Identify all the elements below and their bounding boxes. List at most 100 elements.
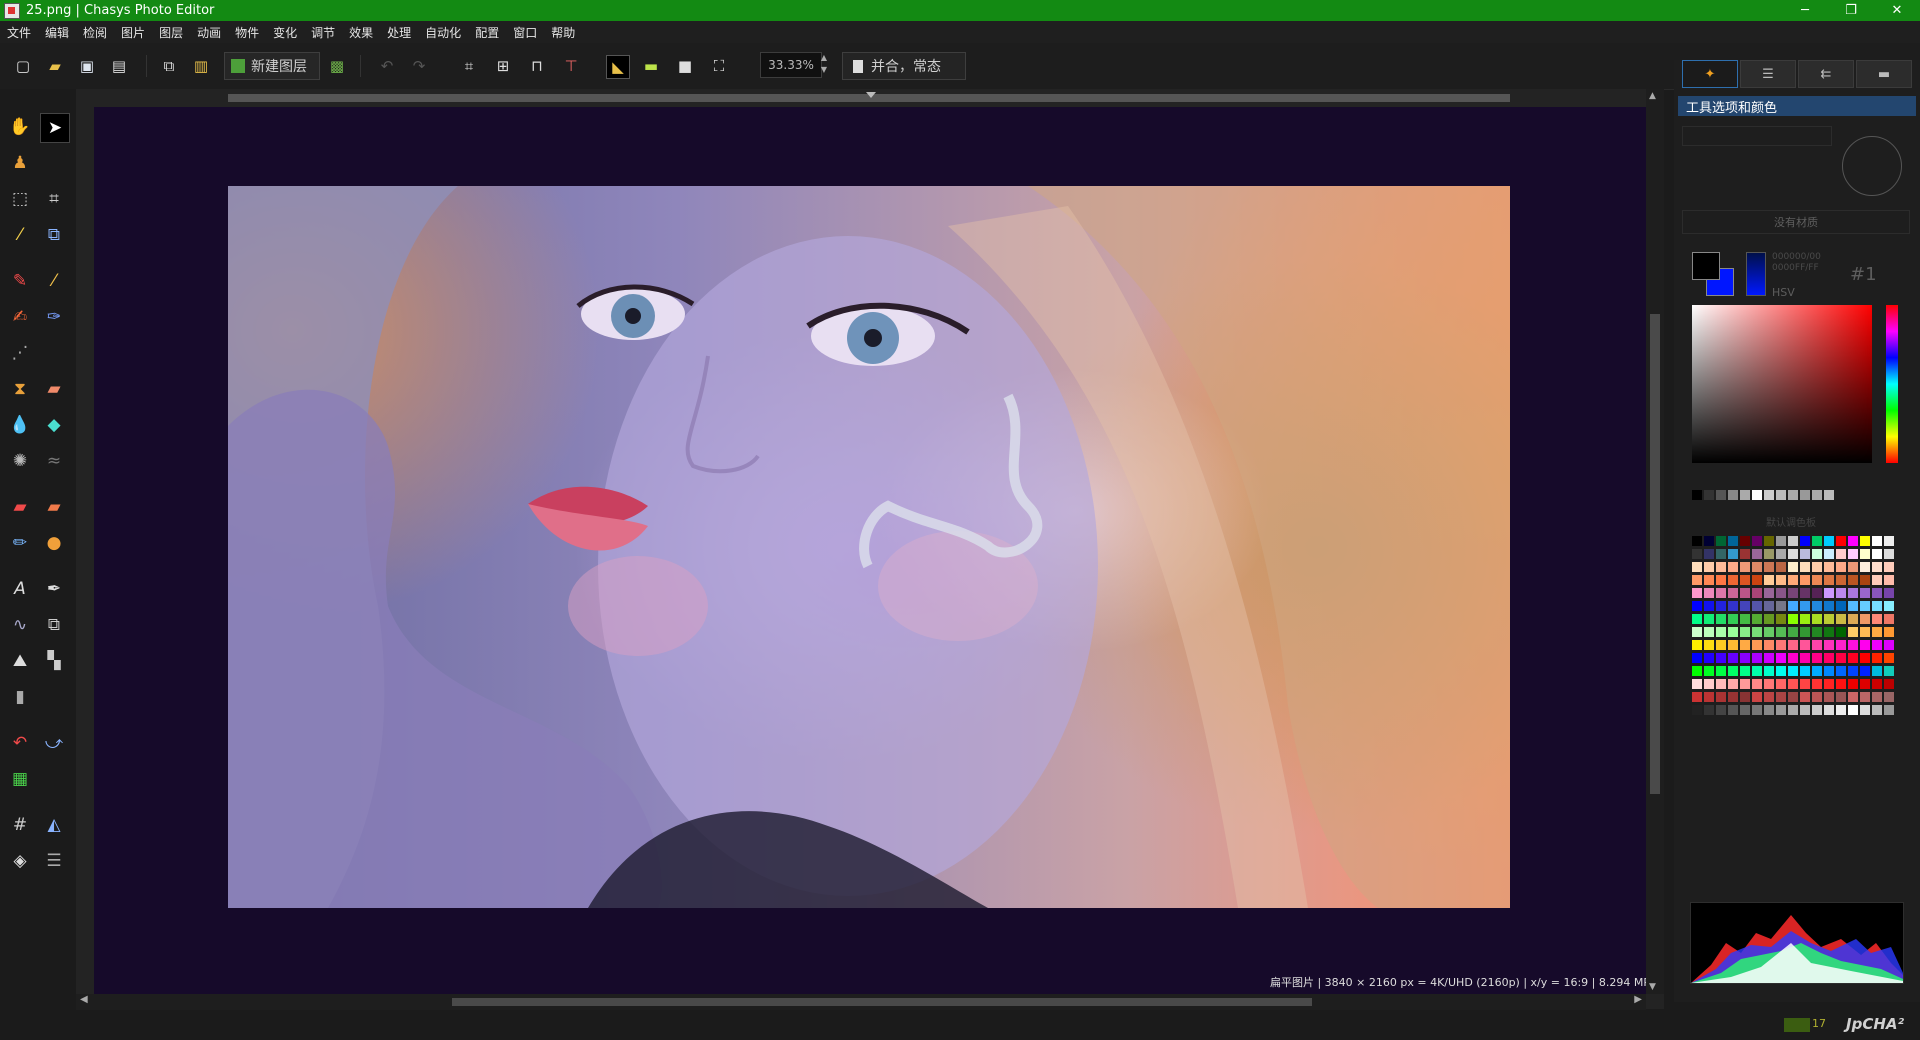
palette-swatch[interactable] bbox=[1800, 679, 1810, 689]
palette-swatch[interactable] bbox=[1836, 575, 1846, 585]
tab-layers[interactable]: ☰ bbox=[1740, 60, 1796, 88]
palette-swatch[interactable] bbox=[1692, 562, 1702, 572]
palette-swatch[interactable] bbox=[1716, 679, 1726, 689]
palette-swatch[interactable] bbox=[1692, 575, 1702, 585]
palette-swatch[interactable] bbox=[1692, 653, 1702, 663]
view-mode-icon[interactable]: ◣ bbox=[606, 55, 630, 79]
palette-swatch[interactable] bbox=[1872, 627, 1882, 637]
palette-swatch[interactable] bbox=[1836, 705, 1846, 715]
flip-icon[interactable]: ⊤ bbox=[560, 55, 582, 77]
measure-icon[interactable]: ◭ bbox=[40, 811, 68, 839]
palette-swatch[interactable] bbox=[1848, 588, 1858, 598]
palette-swatch[interactable] bbox=[1884, 705, 1894, 715]
stamp-icon[interactable]: ♟ bbox=[6, 149, 34, 177]
palette-swatch[interactable] bbox=[1884, 588, 1894, 598]
palette-swatch[interactable] bbox=[1812, 692, 1822, 702]
saturation-value-picker[interactable] bbox=[1692, 305, 1872, 463]
palette-swatch[interactable] bbox=[1812, 536, 1822, 546]
foreground-color-swatch[interactable] bbox=[1692, 252, 1720, 280]
menu-file[interactable]: 文件 bbox=[0, 24, 38, 41]
tab-history[interactable]: ⇇ bbox=[1798, 60, 1854, 88]
palette-swatch[interactable] bbox=[1848, 705, 1858, 715]
palette-swatch[interactable] bbox=[1824, 705, 1834, 715]
palette-swatch[interactable] bbox=[1788, 705, 1798, 715]
palette-swatch[interactable] bbox=[1752, 601, 1762, 611]
palette-swatch[interactable] bbox=[1728, 666, 1738, 676]
image-content[interactable] bbox=[228, 186, 1510, 908]
palette-swatch[interactable] bbox=[1728, 549, 1738, 559]
palette-swatch[interactable] bbox=[1776, 692, 1786, 702]
scroll-left-icon[interactable]: ◀ bbox=[80, 994, 88, 1005]
fullscreen-icon[interactable]: ⛶ bbox=[708, 55, 730, 77]
palette-swatch[interactable] bbox=[1692, 640, 1702, 650]
menu-object[interactable]: 物件 bbox=[228, 24, 266, 41]
palette-swatch[interactable] bbox=[1800, 666, 1810, 676]
palette-swatch[interactable] bbox=[1800, 640, 1810, 650]
palette-swatch[interactable] bbox=[1788, 575, 1798, 585]
undo-icon[interactable]: ↶ bbox=[376, 55, 398, 77]
menu-animation[interactable]: 动画 bbox=[190, 24, 228, 41]
palette-swatch[interactable] bbox=[1860, 679, 1870, 689]
palette-swatch[interactable] bbox=[1884, 601, 1894, 611]
palette-swatch[interactable] bbox=[1728, 601, 1738, 611]
palette-swatch[interactable] bbox=[1692, 549, 1702, 559]
palette-swatch[interactable] bbox=[1764, 588, 1774, 598]
palette-swatch[interactable] bbox=[1884, 575, 1894, 585]
palette-swatch[interactable] bbox=[1848, 692, 1858, 702]
palette-swatch[interactable] bbox=[1692, 692, 1702, 702]
palette-swatch[interactable] bbox=[1788, 640, 1798, 650]
view-split-icon[interactable]: ▬ bbox=[640, 55, 662, 77]
menu-automation[interactable]: 自动化 bbox=[418, 24, 468, 41]
palette-swatch[interactable] bbox=[1872, 705, 1882, 715]
palette-swatch[interactable] bbox=[1788, 666, 1798, 676]
blur-icon[interactable]: 💧 bbox=[6, 411, 34, 439]
align-icon[interactable]: ⊓ bbox=[526, 55, 548, 77]
palette-swatch[interactable] bbox=[1836, 653, 1846, 663]
diamond-icon[interactable]: ◈ bbox=[6, 847, 34, 875]
menu-help[interactable]: 帮助 bbox=[544, 24, 582, 41]
palette-swatch[interactable] bbox=[1776, 679, 1786, 689]
palette-swatch[interactable] bbox=[1752, 705, 1762, 715]
palette-swatch[interactable] bbox=[1788, 549, 1798, 559]
palette-swatch[interactable] bbox=[1740, 614, 1750, 624]
scroll-up-icon[interactable]: ▲ bbox=[1649, 91, 1656, 101]
palette-swatch[interactable] bbox=[1764, 575, 1774, 585]
vertical-scroll-thumb[interactable] bbox=[1650, 314, 1660, 794]
palette-swatch[interactable] bbox=[1776, 588, 1786, 598]
palette-swatch[interactable] bbox=[1824, 679, 1834, 689]
grid-icon[interactable]: # bbox=[6, 811, 34, 839]
zoom-stepper[interactable]: ▲ ▼ bbox=[818, 52, 830, 78]
palette-swatch[interactable] bbox=[1764, 562, 1774, 572]
palette-swatch[interactable] bbox=[1836, 549, 1846, 559]
palette-swatch[interactable] bbox=[1764, 653, 1774, 663]
palette-swatch[interactable] bbox=[1800, 705, 1810, 715]
resize-icon[interactable]: ⊞ bbox=[492, 55, 514, 77]
palette-swatch[interactable] bbox=[1704, 705, 1714, 715]
palette-swatch[interactable] bbox=[1704, 640, 1714, 650]
palette-swatch[interactable] bbox=[1824, 575, 1834, 585]
canvas-vertical-scrollbar[interactable]: ▲ ▼ bbox=[1646, 89, 1664, 994]
pixel-icon[interactable]: ⋰ bbox=[6, 339, 34, 367]
magic-wand-icon[interactable]: ⁄ bbox=[6, 221, 34, 249]
palette-swatch[interactable] bbox=[1848, 536, 1858, 546]
palette-swatch[interactable] bbox=[1884, 666, 1894, 676]
palette-swatch[interactable] bbox=[1836, 692, 1846, 702]
palette-swatch[interactable] bbox=[1704, 692, 1714, 702]
palette-swatch[interactable] bbox=[1836, 640, 1846, 650]
copy-icon[interactable]: ⧉ bbox=[158, 55, 180, 77]
palette-swatch[interactable] bbox=[1752, 575, 1762, 585]
palette-swatch[interactable] bbox=[1716, 627, 1726, 637]
palette-swatch[interactable] bbox=[1752, 653, 1762, 663]
scroll-down-icon[interactable]: ▼ bbox=[1649, 982, 1656, 992]
palette-swatch[interactable] bbox=[1752, 640, 1762, 650]
menu-edit[interactable]: 编辑 bbox=[38, 24, 76, 41]
pencil-icon[interactable]: ✎ bbox=[6, 267, 34, 295]
palette-swatch[interactable] bbox=[1860, 666, 1870, 676]
palette-swatch[interactable] bbox=[1812, 653, 1822, 663]
palette-swatch[interactable] bbox=[1776, 640, 1786, 650]
hand-icon[interactable]: ✋ bbox=[6, 113, 34, 141]
palette-swatch[interactable] bbox=[1728, 536, 1738, 546]
palette-swatch[interactable] bbox=[1740, 640, 1750, 650]
palette-swatch[interactable] bbox=[1848, 627, 1858, 637]
color-mode-label[interactable]: HSV bbox=[1772, 286, 1795, 299]
